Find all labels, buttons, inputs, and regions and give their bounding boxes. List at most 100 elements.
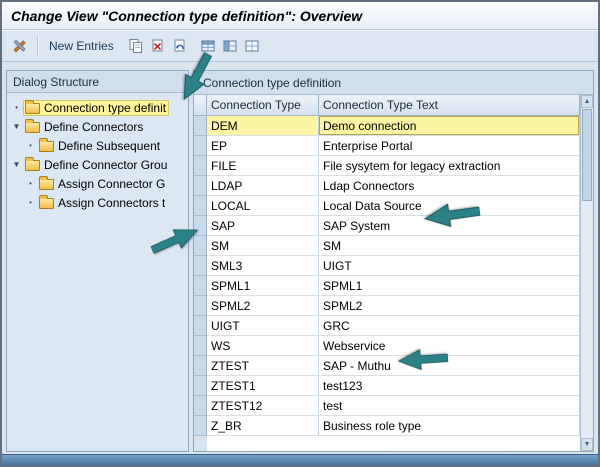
row-selector[interactable] [194,156,207,176]
scrollbar-track[interactable] [581,202,593,438]
undo-change-icon[interactable] [170,36,190,56]
cell-connection-type-text[interactable]: SPML2 [319,296,580,316]
connection-type-table: Connection Type Connection Type Text DEM… [207,95,580,451]
cell-connection-type[interactable]: WS [207,336,319,356]
row-selector[interactable] [194,296,207,316]
row-selection-column [194,95,207,451]
column-header-connection-type[interactable]: Connection Type [207,95,319,116]
cell-connection-type[interactable]: SPML2 [207,296,319,316]
cell-connection-type[interactable]: LDAP [207,176,319,196]
row-selector[interactable] [194,276,207,296]
cell-connection-type[interactable]: LOCAL [207,196,319,216]
table-row[interactable]: ZTEST1 test123 [207,376,580,396]
table-row[interactable]: UIGT GRC [207,316,580,336]
cell-connection-type-text[interactable]: SAP - Muthu [319,356,580,376]
cell-connection-type[interactable]: SPML1 [207,276,319,296]
table-row[interactable]: ZTEST12 test [207,396,580,416]
row-selector[interactable] [194,196,207,216]
sap-window: Change View "Connection type definition"… [0,0,600,467]
table-row[interactable]: EP Enterprise Portal [207,136,580,156]
cell-connection-type-text[interactable]: SPML1 [319,276,580,296]
cell-connection-type[interactable]: ZTEST [207,356,319,376]
row-selector[interactable] [194,256,207,276]
cell-connection-type[interactable]: FILE [207,156,319,176]
cell-connection-type[interactable]: Z_BR [207,416,319,436]
delete-icon[interactable] [148,36,168,56]
row-selector[interactable] [194,136,207,156]
table-row[interactable]: DEM Demo connection [207,116,580,136]
cell-connection-type-text[interactable]: Webservice [319,336,580,356]
cell-connection-type[interactable]: SML3 [207,256,319,276]
cell-connection-type[interactable]: ZTEST1 [207,376,319,396]
table-row[interactable]: SPML1 SPML1 [207,276,580,296]
cell-connection-type-text[interactable]: Ldap Connectors [319,176,580,196]
dialog-structure-tree: • Connection type definit ▼ Define Conne… [7,93,188,451]
new-entries-button[interactable]: New Entries [45,37,118,55]
table-row[interactable]: LOCAL Local Data Source [207,196,580,216]
cell-connection-type-text[interactable]: test [319,396,580,416]
folder-icon [25,99,40,114]
connection-type-panel: Connection type definition Connection Ty… [193,70,594,452]
cell-connection-type[interactable]: UIGT [207,316,319,336]
application-toolbar: New Entries [2,30,598,62]
scroll-down-button[interactable]: ▼ [581,438,593,451]
row-selector[interactable] [194,316,207,336]
tree-item[interactable]: • Assign Connector G [8,174,187,193]
table-row[interactable]: SAP SAP System [207,216,580,236]
tree-item[interactable]: • Assign Connectors t [8,193,187,212]
cell-connection-type-text[interactable]: Business role type [319,416,580,436]
tree-bullet: • [29,179,32,188]
table-row[interactable]: SML3 UIGT [207,256,580,276]
cell-connection-type[interactable]: DEM [207,116,319,136]
row-selector[interactable] [194,396,207,416]
row-selector[interactable] [194,356,207,376]
cell-connection-type-text[interactable]: Enterprise Portal [319,136,580,156]
table-row[interactable]: LDAP Ldap Connectors [207,176,580,196]
cell-connection-type[interactable]: ZTEST12 [207,396,319,416]
utilities-icon[interactable] [10,36,30,56]
dialog-structure-title: Dialog Structure [13,74,100,89]
tree-bullet: • [15,103,18,112]
select-block-icon[interactable] [220,36,240,56]
cell-connection-type[interactable]: SM [207,236,319,256]
table-section-header: Connection type definition [194,71,593,95]
row-selector[interactable] [194,336,207,356]
tree-item[interactable]: • Connection type definit [8,98,187,117]
row-selector[interactable] [194,116,207,136]
table-row[interactable]: SPML2 SPML2 [207,296,580,316]
table-row[interactable]: ZTEST SAP - Muthu [207,356,580,376]
cell-connection-type[interactable]: SAP [207,216,319,236]
tree-item[interactable]: ▼ Define Connectors [8,117,187,136]
cell-connection-type-text[interactable]: test123 [319,376,580,396]
folder-icon [39,175,54,190]
column-header-connection-type-text[interactable]: Connection Type Text [319,95,580,116]
cell-connection-type-text[interactable]: SM [319,236,580,256]
cell-connection-type-text[interactable]: UIGT [319,256,580,276]
tree-item-label: Assign Connector G [58,176,166,191]
table-row[interactable]: WS Webservice [207,336,580,356]
new-entries-label: New Entries [49,38,114,53]
tree-item[interactable]: ▼ Define Connector Grou [8,155,187,174]
row-selector[interactable] [194,416,207,436]
tree-bullet: ▼ [12,160,21,169]
cell-connection-type[interactable]: EP [207,136,319,156]
toolbar-separator [37,35,38,56]
cell-connection-type-text[interactable]: File sysytem for legacy extraction [319,156,580,176]
tree-item[interactable]: • Define Subsequent [8,136,187,155]
folder-icon [25,156,40,171]
copy-as-icon[interactable] [126,36,146,56]
table-row[interactable]: SM SM [207,236,580,256]
tree-item-label: Connection type definit [44,100,167,115]
table-row[interactable]: FILE File sysytem for legacy extraction [207,156,580,176]
vertical-scrollbar[interactable]: ▲ ▼ [580,95,593,451]
row-selector[interactable] [194,376,207,396]
tree-bullet: • [29,141,32,150]
scrollbar-thumb[interactable] [582,109,592,201]
deselect-all-icon[interactable] [242,36,262,56]
cell-connection-type-text[interactable]: Demo connection [319,116,580,136]
table-row[interactable]: Z_BR Business role type [207,416,580,436]
scroll-up-button[interactable]: ▲ [581,95,593,108]
cell-connection-type-text[interactable]: GRC [319,316,580,336]
row-selector[interactable] [194,176,207,196]
folder-icon [39,137,54,152]
